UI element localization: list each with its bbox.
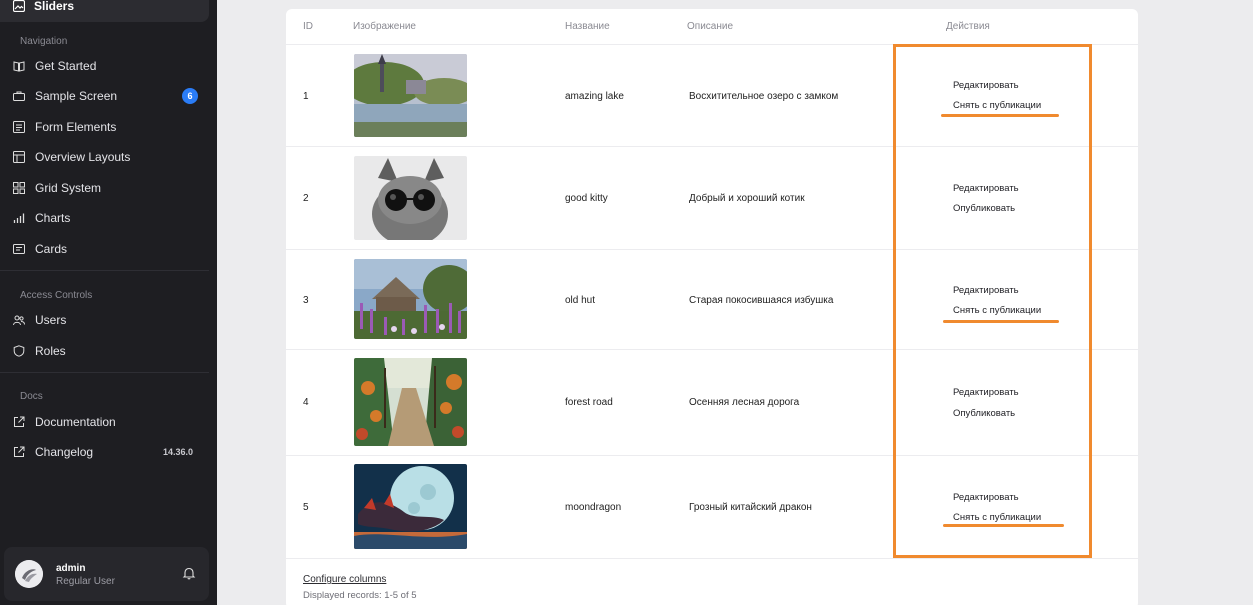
sidebar: Sliders Navigation Get Started Sample Sc…: [0, 0, 217, 605]
row-name: old hut: [565, 295, 596, 306]
sidebar-item-users[interactable]: Users: [0, 308, 209, 332]
sidebar-item-documentation[interactable]: Documentation: [0, 410, 209, 434]
row-description: Старая покосившаяся избушка: [689, 295, 834, 306]
unpublish-link[interactable]: Снять с публикации: [953, 305, 1041, 316]
count-badge: 6: [182, 88, 198, 104]
users-icon: [13, 314, 25, 326]
sidebar-item-label: Sample Screen: [35, 89, 118, 103]
unpublish-link[interactable]: Снять с публикации: [953, 100, 1041, 111]
row-name: amazing lake: [565, 91, 624, 102]
sidebar-item-form-elements[interactable]: Form Elements: [0, 115, 209, 139]
column-header-id: ID: [303, 21, 313, 32]
row-name: good kitty: [565, 193, 608, 204]
slider-image: [354, 54, 467, 137]
row-description: Грозный китайский дракон: [689, 502, 812, 513]
slider-image: [354, 156, 467, 240]
sidebar-item-changelog[interactable]: Changelog 14.36.0: [0, 440, 209, 464]
slider-image: [354, 358, 467, 446]
image-icon: [12, 0, 26, 13]
version-label: 14.36.0: [162, 447, 193, 457]
sidebar-item-label: Cards: [35, 242, 68, 256]
divider: [0, 270, 209, 271]
sidebar-item-label: Get Started: [35, 59, 97, 73]
sidebar-item-charts[interactable]: Charts: [0, 206, 209, 230]
card-icon: [13, 243, 25, 255]
row-description: Добрый и хороший котик: [689, 193, 805, 204]
sidebar-item-label: Sliders: [34, 0, 75, 13]
user-name: admin: [56, 563, 86, 574]
user-role: Regular User: [56, 576, 115, 587]
sidebar-item-label: Grid System: [35, 181, 102, 195]
external-link-icon: [13, 446, 25, 458]
briefcase-icon: [13, 90, 25, 102]
sidebar-item-label: Overview Layouts: [35, 150, 131, 164]
sidebar-item-grid-system[interactable]: Grid System: [0, 176, 209, 200]
layout-icon: [13, 151, 25, 163]
sliders-table-panel: ID Изображение Название Описание Действи…: [286, 9, 1138, 605]
records-count: Displayed records: 1-5 of 5: [303, 590, 417, 601]
row-id: 5: [303, 502, 309, 513]
row-name: forest road: [565, 397, 613, 408]
table-header: ID Изображение Название Описание Действи…: [286, 9, 1138, 45]
edit-link[interactable]: Редактировать: [953, 492, 1019, 503]
row-id: 2: [303, 193, 309, 204]
row-id: 1: [303, 91, 309, 102]
grid-icon: [13, 182, 25, 194]
row-description: Осенняя лесная дорога: [689, 397, 800, 408]
configure-columns-link[interactable]: Configure columns: [303, 574, 386, 585]
divider: [0, 372, 209, 373]
edit-link[interactable]: Редактировать: [953, 183, 1019, 194]
sidebar-item-label: Documentation: [35, 415, 116, 429]
section-title-docs: Docs: [20, 391, 43, 402]
row-name: moondragon: [565, 502, 622, 513]
sidebar-item-get-started[interactable]: Get Started: [0, 54, 209, 78]
book-icon: [13, 60, 25, 72]
edit-link[interactable]: Редактировать: [953, 387, 1019, 398]
section-title-navigation: Navigation: [20, 36, 68, 47]
row-id: 4: [303, 397, 309, 408]
slider-image: [354, 259, 467, 339]
avatar: [15, 560, 43, 588]
publish-link[interactable]: Опубликовать: [953, 203, 1015, 214]
unpublish-link[interactable]: Снять с публикации: [953, 512, 1041, 523]
sidebar-item-label: Changelog: [35, 445, 94, 459]
sidebar-item-label: Roles: [35, 344, 66, 358]
form-icon: [13, 121, 25, 133]
edit-link[interactable]: Редактировать: [953, 285, 1019, 296]
sidebar-item-roles[interactable]: Roles: [0, 339, 209, 363]
sidebar-item-label: Form Elements: [35, 120, 117, 134]
table-row: 5 moondragon Грозный китайский дракон Ре…: [286, 456, 1138, 559]
row-description: Восхитительное озеро с замком: [689, 91, 839, 102]
sidebar-item-overview-layouts[interactable]: Overview Layouts: [0, 145, 209, 169]
user-card[interactable]: admin Regular User: [4, 547, 209, 601]
column-header-description: Описание: [687, 21, 734, 32]
bar-chart-icon: [13, 212, 25, 224]
column-header-name: Название: [565, 21, 610, 32]
edit-link[interactable]: Редактировать: [953, 80, 1019, 91]
external-link-icon: [13, 416, 25, 428]
table-row: 3 old hut Старая покосившаяся избушка Ре…: [286, 250, 1138, 350]
table-row: 4 forest road Осенняя лесная дорога Реда…: [286, 350, 1138, 456]
column-header-image: Изображение: [353, 21, 416, 32]
row-id: 3: [303, 295, 309, 306]
sidebar-item-cards[interactable]: Cards: [0, 237, 209, 261]
table-row: 1 amazing lake Восхитительное озеро с за…: [286, 45, 1138, 147]
shield-icon: [13, 345, 25, 357]
bell-icon[interactable]: [182, 566, 196, 580]
publish-link[interactable]: Опубликовать: [953, 408, 1015, 419]
sidebar-item-label: Charts: [35, 211, 71, 225]
column-header-actions: Действия: [946, 21, 990, 32]
sidebar-item-label: Users: [35, 313, 67, 327]
section-title-access-controls: Access Controls: [20, 290, 93, 301]
table-row: 2 good kitty Добрый и хороший котик Реда…: [286, 147, 1138, 250]
slider-image: [354, 464, 467, 549]
sidebar-item-sliders[interactable]: Sliders: [0, 0, 209, 22]
sidebar-item-sample-screen[interactable]: Sample Screen 6: [0, 84, 209, 108]
